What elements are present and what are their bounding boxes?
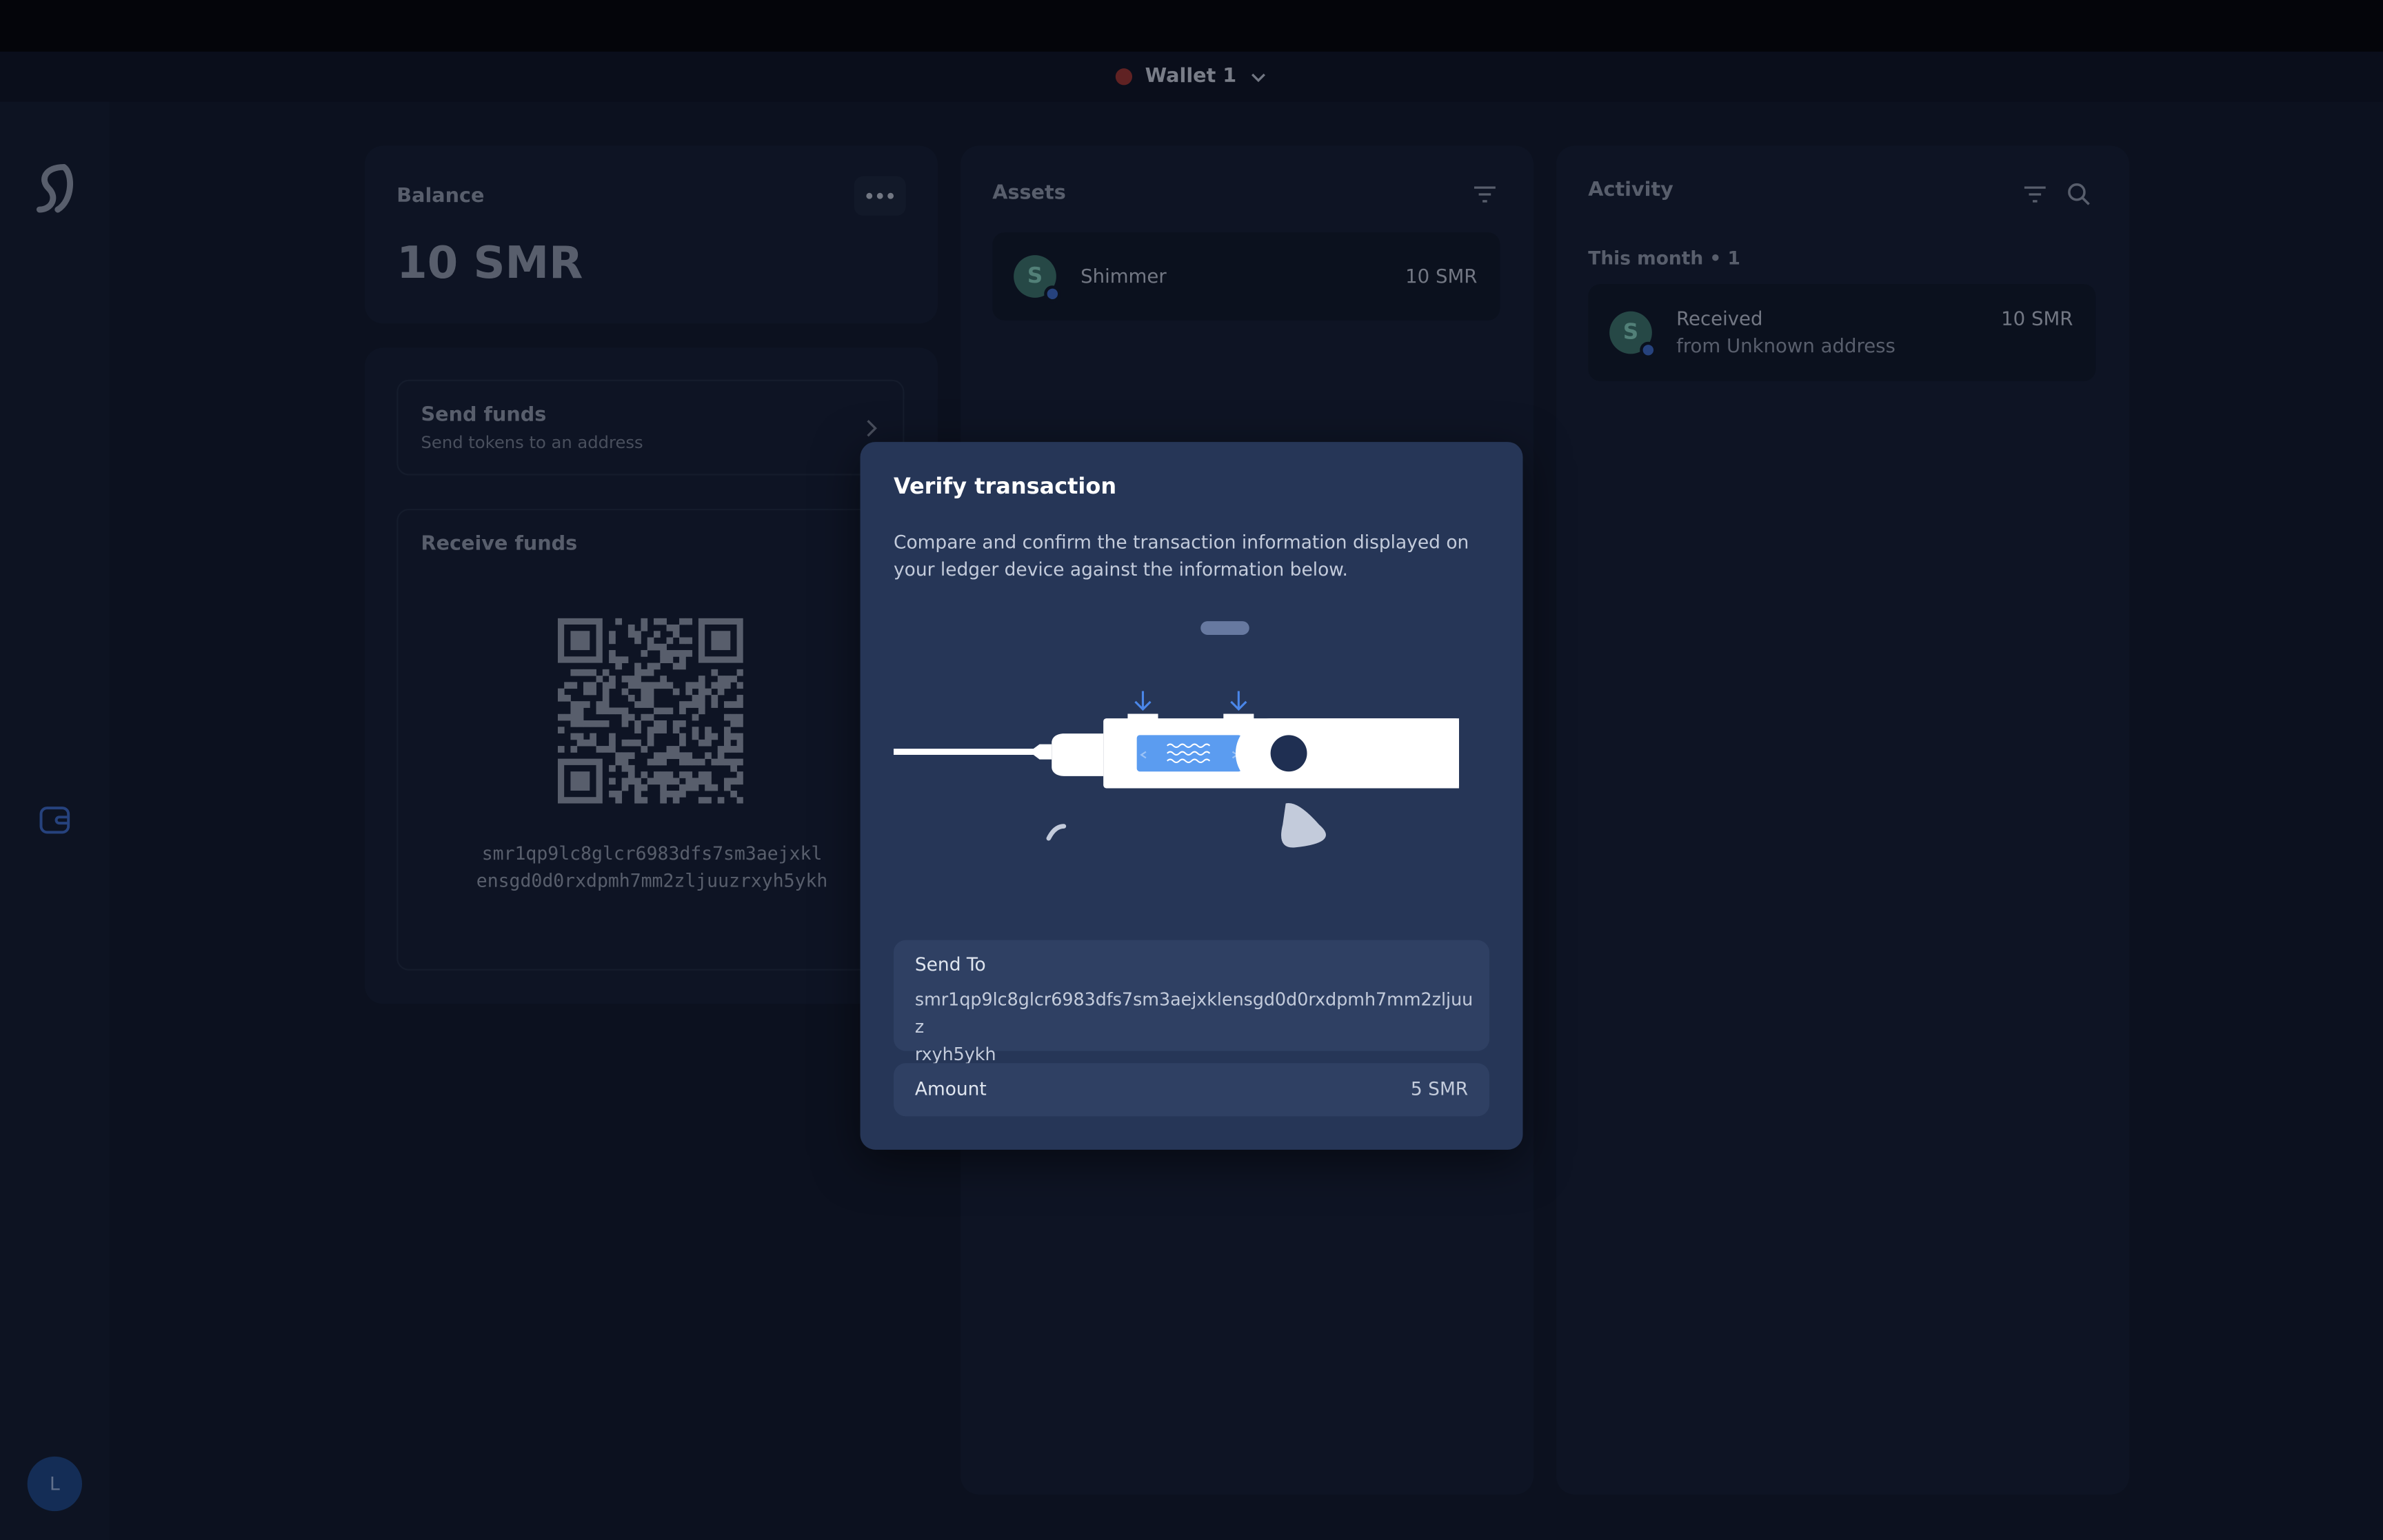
- amount-label: Amount: [914, 1078, 987, 1100]
- amount-value: 5 SMR: [1410, 1078, 1469, 1100]
- verify-transaction-modal: Verify transaction Compare and confirm t…: [860, 442, 1523, 1150]
- modal-title: Verify transaction: [894, 475, 1117, 500]
- ledger-device-illustration: [894, 621, 1459, 848]
- send-to-address-line-1: smr1qp9lc8glcr6983dfs7sm3aejxklensgd0d0r…: [914, 989, 1474, 1037]
- send-to-box: Send To smr1qp9lc8glcr6983dfs7sm3aejxkle…: [894, 940, 1490, 1064]
- send-to-label: Send To: [914, 953, 986, 975]
- amount-box: Amount 5 SMR: [894, 1063, 1490, 1117]
- send-to-address[interactable]: smr1qp9lc8glcr6983dfs7sm3aejxklensgd0d0r…: [915, 986, 1478, 1068]
- modal-description: Compare and confirm the transaction info…: [894, 531, 1469, 580]
